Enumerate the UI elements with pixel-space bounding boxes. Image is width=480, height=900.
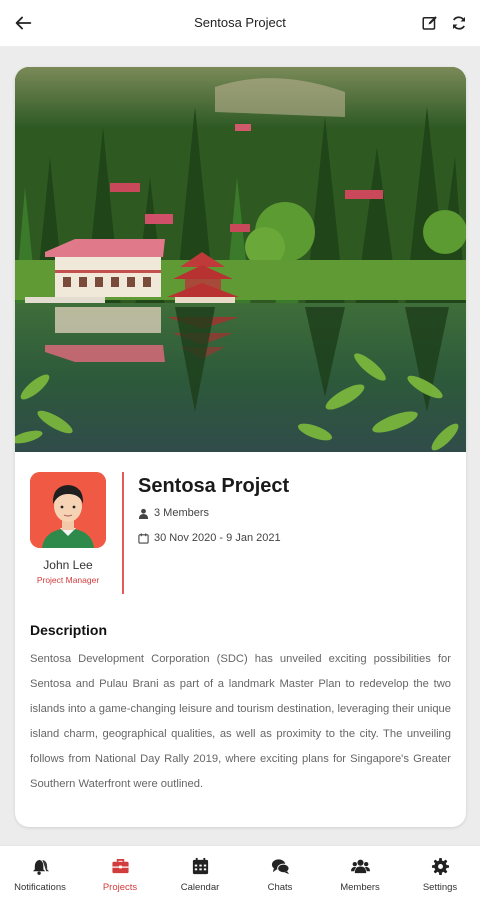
project-card: John Lee Project Manager Sentosa Project… bbox=[15, 67, 466, 827]
nav-item-settings[interactable]: Settings bbox=[400, 846, 480, 900]
nav-item-projects[interactable]: Projects bbox=[80, 846, 160, 900]
nav-label: Calendar bbox=[180, 882, 220, 893]
members-text: 3 Members bbox=[154, 507, 210, 519]
project-title: Sentosa Project bbox=[138, 475, 290, 497]
user-icon bbox=[138, 508, 149, 519]
nav-item-members[interactable]: Members bbox=[320, 846, 400, 900]
nav-label: Settings bbox=[422, 882, 458, 893]
chat-icon bbox=[271, 859, 290, 875]
top-app-bar: Sentosa Project bbox=[0, 0, 480, 46]
dates-text: 30 Nov 2020 - 9 Jan 2021 bbox=[154, 532, 281, 544]
manager-role: Project Manager bbox=[36, 575, 100, 585]
person-avatar-icon bbox=[30, 472, 106, 548]
description-text: Sentosa Development Corporation (SDC) ha… bbox=[30, 653, 451, 790]
nav-label: Chats bbox=[267, 882, 293, 893]
nav-item-chats[interactable]: Chats bbox=[240, 846, 320, 900]
briefcase-icon bbox=[111, 858, 129, 874]
page-title: Sentosa Project bbox=[194, 15, 286, 30]
project-dates: 30 Nov 2020 - 9 Jan 2021 bbox=[138, 532, 281, 544]
description-heading: Description bbox=[30, 622, 108, 638]
manager-name: John Lee bbox=[43, 558, 93, 572]
refresh-icon[interactable] bbox=[450, 14, 468, 32]
manager-avatar[interactable] bbox=[30, 472, 106, 548]
bell-icon bbox=[32, 859, 49, 875]
nav-label: Notifications bbox=[14, 882, 66, 893]
members-count[interactable]: 3 Members bbox=[138, 507, 209, 519]
project-hero-image bbox=[15, 67, 466, 452]
calendar-icon bbox=[138, 532, 149, 544]
bottom-navigation: Notifications Projects Calendar Chats Me… bbox=[0, 845, 480, 900]
nav-label: Members bbox=[340, 882, 380, 893]
members-icon bbox=[350, 859, 370, 874]
calendar-icon bbox=[192, 857, 208, 875]
nav-item-notifications[interactable]: Notifications bbox=[0, 846, 80, 900]
nav-item-calendar[interactable]: Calendar bbox=[160, 846, 240, 900]
gear-icon bbox=[431, 857, 449, 876]
vertical-divider bbox=[122, 472, 124, 594]
edit-icon[interactable] bbox=[421, 14, 439, 32]
nav-label: Projects bbox=[102, 882, 138, 893]
